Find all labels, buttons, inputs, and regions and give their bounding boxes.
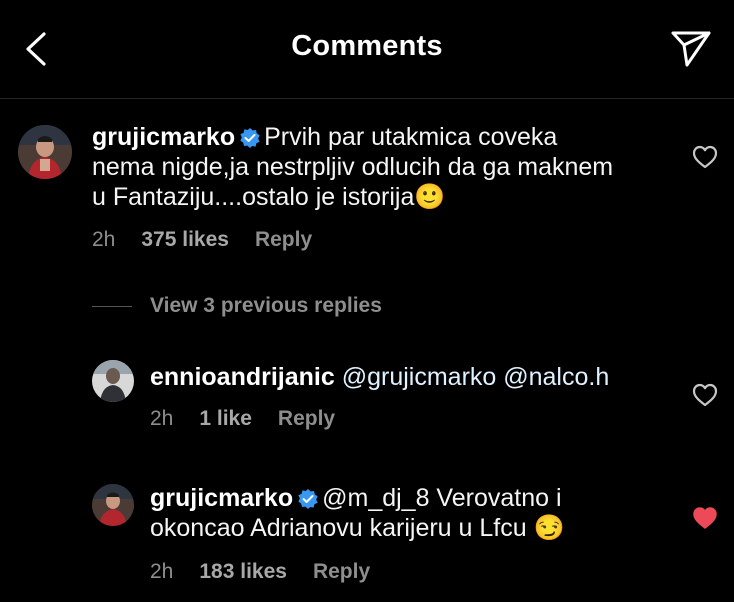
comment-username[interactable]: grujicmarko (92, 123, 235, 151)
comment-time: 2h (92, 228, 116, 251)
comment-text-line: u Fantaziju....ostalo je istorija🙂 (92, 183, 446, 211)
view-previous-replies[interactable]: View 3 previous replies (92, 292, 382, 320)
header-bar: Comments (0, 0, 734, 99)
avatar[interactable] (92, 484, 134, 526)
reply-body: grujicmarko @m_dj_8 Verovatno i okoncao … (150, 483, 690, 543)
reply-meta: 2h 1 like Reply (150, 407, 361, 431)
page-title: Comments (291, 30, 443, 62)
heart-icon[interactable] (692, 145, 718, 169)
reply-likes[interactable]: 1 like (199, 407, 252, 430)
heart-icon[interactable] (692, 383, 718, 407)
comment-meta: 2h 375 likes Reply (92, 228, 338, 252)
reply-username[interactable]: grujicmarko (150, 484, 293, 512)
reply-button[interactable]: Reply (278, 407, 335, 430)
reply-text-line: okoncao Adrianovu karijeru u Lfcu 😏 (150, 514, 565, 542)
reply-time: 2h (150, 560, 174, 583)
avatar[interactable] (18, 125, 72, 179)
divider-line (92, 305, 132, 307)
reply-meta: 2h 183 likes Reply (150, 560, 396, 584)
comment-text-line: nema nigde,ja nestrpljiv odlucih da ga m… (92, 153, 614, 181)
reply-likes[interactable]: 183 likes (199, 560, 287, 583)
comment-likes[interactable]: 375 likes (141, 228, 229, 251)
view-replies-label: View 3 previous replies (150, 294, 382, 317)
reply-username[interactable]: ennioandrijanic (150, 363, 335, 391)
share-send-icon[interactable] (670, 28, 712, 68)
reply-body: ennioandrijanic @grujicmarko @nalco.h (150, 362, 690, 392)
comment-body: grujicmarko Prvih par utakmica coveka ne… (92, 122, 652, 212)
avatar[interactable] (92, 360, 134, 402)
verified-badge-icon (298, 489, 318, 509)
verified-badge-icon (240, 128, 260, 148)
reply-button[interactable]: Reply (313, 560, 370, 583)
heart-filled-icon[interactable] (692, 506, 718, 530)
reply-text: @grujicmarko @nalco.h (341, 363, 610, 391)
reply-text-line: @m_dj_8 Verovatno i (322, 484, 562, 512)
reply-time: 2h (150, 407, 174, 430)
comment-text-line: Prvih par utakmica coveka (264, 123, 558, 151)
reply-button[interactable]: Reply (255, 228, 312, 251)
